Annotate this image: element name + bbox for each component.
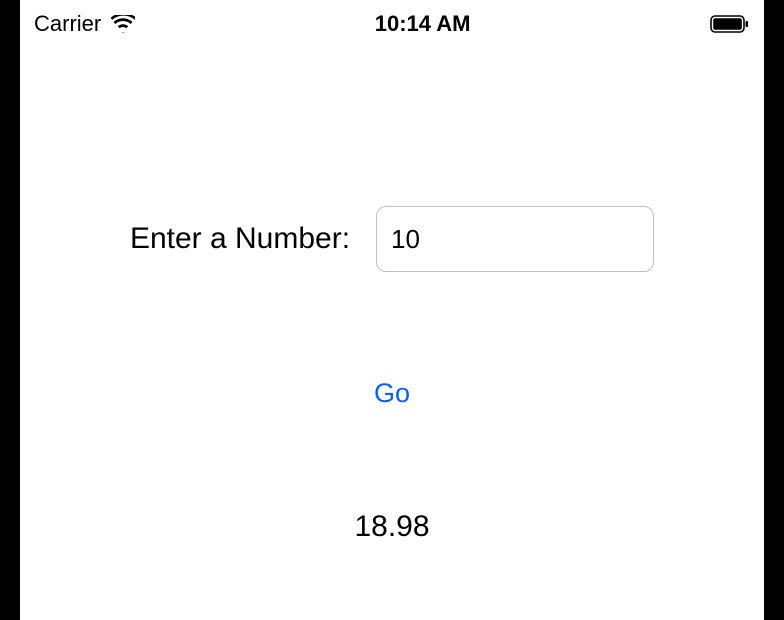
input-row: Enter a Number: bbox=[20, 206, 764, 272]
wifi-icon bbox=[111, 15, 135, 33]
number-input-label: Enter a Number: bbox=[130, 222, 350, 256]
result-label: 18.98 bbox=[20, 510, 764, 544]
go-button[interactable]: Go bbox=[20, 378, 764, 409]
device-screen: Carrier 10:14 AM Enter a Number: bbox=[20, 0, 764, 620]
carrier-label: Carrier bbox=[34, 11, 101, 37]
status-bar: Carrier 10:14 AM bbox=[20, 0, 764, 48]
status-left: Carrier bbox=[34, 11, 135, 37]
status-time: 10:14 AM bbox=[375, 11, 471, 37]
battery-icon bbox=[710, 15, 750, 33]
number-input[interactable] bbox=[376, 206, 654, 272]
